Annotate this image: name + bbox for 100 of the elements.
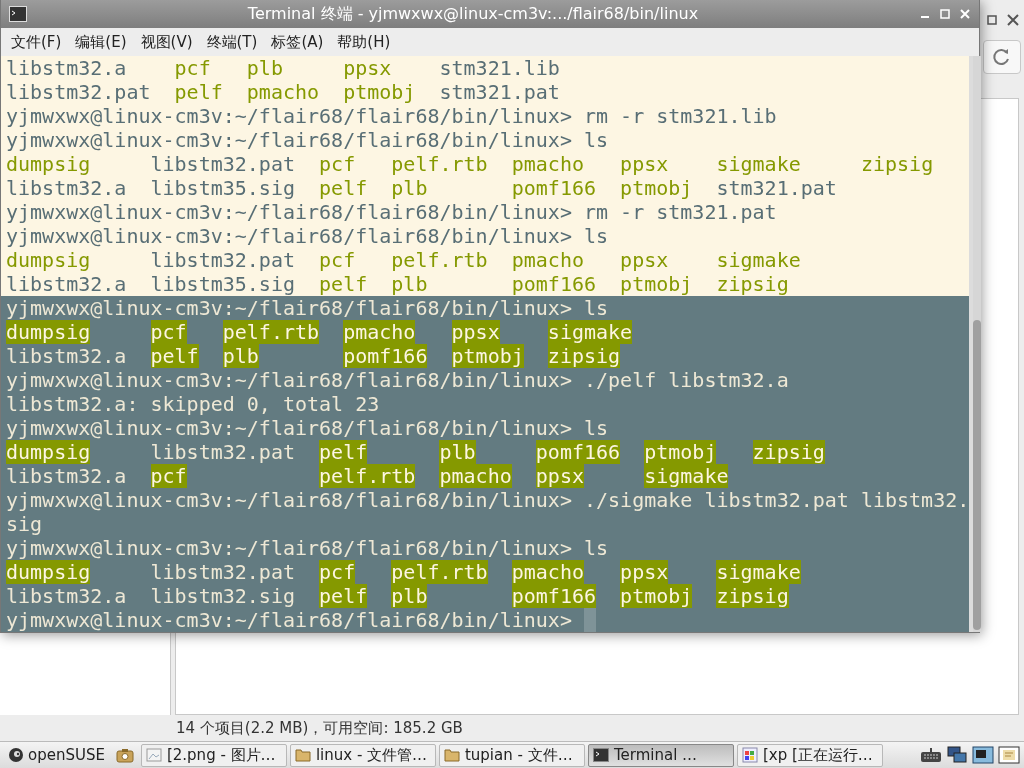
executable-file-name: pcf xyxy=(319,560,356,584)
menu-item[interactable]: 帮助(H) xyxy=(337,32,391,52)
executable-file-name: pmacho xyxy=(343,320,416,344)
folder-icon xyxy=(443,747,460,763)
scrollbar-thumb[interactable] xyxy=(973,320,982,630)
file-name: libstm32.a xyxy=(6,464,127,488)
command-line: yjmwxwx@linux-cm3v:~/flair68/flair68/bin/linux> rm -r stm321.lib xyxy=(6,104,777,128)
executable-file-name: dumpsig xyxy=(6,248,91,272)
executable-file-name: ptmobj xyxy=(620,272,693,296)
executable-file-name: pmacho xyxy=(439,464,512,488)
executable-file-name: pcf xyxy=(319,152,356,176)
taskbar-button[interactable]: [xp [正在运行… xyxy=(736,743,883,767)
executable-file-name: pcf xyxy=(150,464,187,488)
reload-icon xyxy=(992,47,1012,67)
file-name: stm321.pat xyxy=(716,176,837,200)
network-icon[interactable] xyxy=(946,746,968,764)
executable-file-name: pelf xyxy=(319,584,368,608)
file-name: libstm32.a xyxy=(6,272,127,296)
executable-file-name: plb xyxy=(222,344,259,368)
executable-file-name: zipsig xyxy=(860,152,934,176)
executable-file-name: ptmobj xyxy=(620,584,693,608)
taskbar-button[interactable]: linux - 文件管… xyxy=(289,743,436,767)
executable-file-name: ppsx xyxy=(620,152,669,176)
executable-file-name: pmacho xyxy=(511,248,584,272)
executable-file-name: dumpsig xyxy=(6,440,91,464)
file-name: libstm32.pat xyxy=(6,80,151,104)
command-line: yjmwxwx@linux-cm3v:~/flair68/flair68/bin/linux> ls xyxy=(6,536,609,560)
executable-file-name: pmacho xyxy=(511,152,584,176)
executable-file-name: ppsx xyxy=(620,248,669,272)
executable-file-name: pomf166 xyxy=(343,344,428,368)
terminal-icon xyxy=(592,747,609,763)
command-output: libstm32.a: skipped 0, total 23 xyxy=(6,392,380,416)
executable-file-name: plb xyxy=(391,272,428,296)
executable-file-name: pmacho xyxy=(511,560,584,584)
file-name: libstm35.sig xyxy=(150,272,295,296)
executable-file-name: ptmobj xyxy=(620,176,693,200)
reload-button[interactable] xyxy=(983,40,1021,74)
taskbar-button[interactable]: Terminal … xyxy=(587,743,734,767)
executable-file-name: pelf.rtb xyxy=(222,320,320,344)
taskbar-button[interactable]: tupian - 文件… xyxy=(438,743,585,767)
executable-file-name: dumpsig xyxy=(6,152,91,176)
monitor-icon[interactable] xyxy=(972,746,994,764)
start-menu-button[interactable]: openSUSE xyxy=(4,746,109,764)
file-name: stm321.pat xyxy=(439,80,560,104)
executable-file-name: plb xyxy=(439,440,476,464)
executable-file-name: ppsx xyxy=(620,560,669,584)
command-line: yjmwxwx@linux-cm3v:~/flair68/flair68/bin/linux> ./pelf libstm32.a xyxy=(6,368,789,392)
file-name: libstm32.pat xyxy=(150,152,295,176)
file-name: stm321.lib xyxy=(439,56,560,80)
executable-file-name: pelf.rtb xyxy=(391,248,488,272)
executable-file-name: pomf166 xyxy=(511,584,597,608)
notes-icon[interactable] xyxy=(998,746,1020,764)
executable-file-name: sigmake xyxy=(716,560,801,584)
executable-file-name: pelf xyxy=(319,440,368,464)
camera-icon[interactable] xyxy=(115,747,134,763)
scrollbar[interactable] xyxy=(973,56,982,632)
executable-file-name: pelf xyxy=(319,272,368,296)
menu-item[interactable]: 视图(V) xyxy=(140,32,193,52)
file-name: libstm32.pat xyxy=(150,440,295,464)
executable-file-name: zipsig xyxy=(752,440,825,464)
executable-file-name: zipsig xyxy=(716,584,789,608)
executable-file-name: plb xyxy=(246,56,283,80)
menu-item[interactable]: 标签(A) xyxy=(271,32,324,52)
executable-file-name: pelf xyxy=(174,80,223,104)
file-name: libstm32.a xyxy=(6,56,127,80)
file-name: libstm35.sig xyxy=(150,176,295,200)
executable-file-name: ptmobj xyxy=(644,440,717,464)
file-name: libstm32.a xyxy=(6,176,127,200)
executable-file-name: ppsx xyxy=(451,320,500,344)
keyboard-icon[interactable] xyxy=(920,746,942,764)
close-icon[interactable] xyxy=(1006,13,1020,27)
executable-file-name: pelf xyxy=(150,344,199,368)
executable-file-name: pelf.rtb xyxy=(391,560,488,584)
executable-file-name: plb xyxy=(391,584,428,608)
command-line: yjmwxwx@linux-cm3v:~/flair68/flair68/bin/linux> ls xyxy=(6,128,609,152)
taskbar-button[interactable]: [2.png - 图片… xyxy=(140,743,287,767)
status-text: 14 个项目(2.2 MB)，可用空间: 185.2 GB xyxy=(176,718,463,738)
executable-file-name: sigmake xyxy=(716,152,801,176)
executable-file-name: zipsig xyxy=(547,344,621,368)
menu-item[interactable]: 终端(T) xyxy=(206,32,258,52)
menu-item[interactable]: 编辑(E) xyxy=(75,32,127,52)
executable-file-name: pelf.rtb xyxy=(391,152,488,176)
executable-file-name: pcf xyxy=(150,320,187,344)
file-name: libstm32.a xyxy=(6,344,127,368)
command-line: yjmwxwx@linux-cm3v:~/flair68/flair68/bin/linux> rm -r stm321.pat xyxy=(6,200,777,224)
image-icon xyxy=(145,747,162,763)
executable-file-name: sigmake xyxy=(716,248,801,272)
command-line: yjmwxwx@linux-cm3v:~/flair68/flair68/bin/linux> ls xyxy=(6,224,609,248)
executable-file-name: sigmake xyxy=(547,320,633,344)
executable-file-name: pomf166 xyxy=(511,272,597,296)
maximize-icon[interactable] xyxy=(986,14,998,26)
file-name: libstm32.sig xyxy=(150,584,295,608)
file-name: libstm32.a xyxy=(6,584,127,608)
folder-icon xyxy=(294,747,311,763)
command-line: yjmwxwx@linux-cm3v:~/flair68/flair68/bin/linux> xyxy=(6,608,572,632)
executable-file-name: ppsx xyxy=(343,56,392,80)
executable-file-name: dumpsig xyxy=(6,320,91,344)
executable-file-name: pomf166 xyxy=(511,176,597,200)
executable-file-name: pcf xyxy=(174,56,211,80)
menu-item[interactable]: 文件(F) xyxy=(11,32,62,52)
